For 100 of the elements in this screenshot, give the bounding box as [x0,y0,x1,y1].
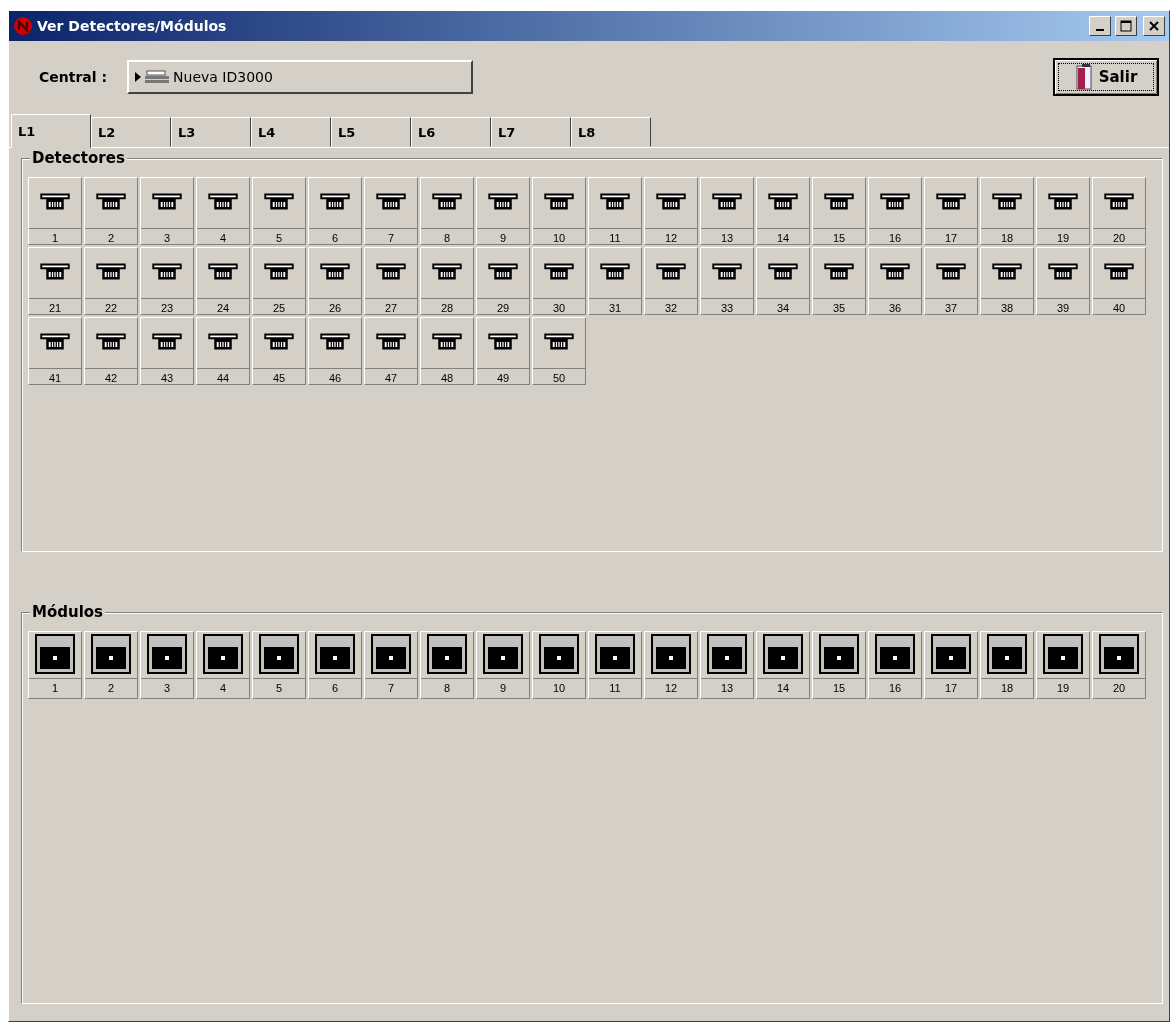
detector-tile[interactable]: 50 [532,317,586,385]
detector-tile[interactable]: 16 [868,177,922,245]
detector-tile[interactable]: 5 [252,177,306,245]
module-tile[interactable]: 1 [28,631,82,699]
module-tile[interactable]: 5 [252,631,306,699]
tab[interactable]: L5 [331,117,411,147]
module-tile[interactable]: 13 [700,631,754,699]
module-tile[interactable]: 8 [420,631,474,699]
detector-tile[interactable]: 32 [644,247,698,315]
module-tile[interactable]: 3 [140,631,194,699]
detector-tile[interactable]: 42 [84,317,138,385]
detector-tile[interactable]: 29 [476,247,530,315]
detector-tile[interactable]: 13 [700,177,754,245]
tile-number: 12 [645,228,697,244]
tile-number: 18 [981,678,1033,694]
detector-tile[interactable]: 45 [252,317,306,385]
detector-tile[interactable]: 25 [252,247,306,315]
detector-tile[interactable]: 27 [364,247,418,315]
detector-tile[interactable]: 48 [420,317,474,385]
detector-tile[interactable]: 19 [1036,177,1090,245]
maximize-button[interactable] [1115,16,1137,36]
tab[interactable]: L7 [491,117,571,147]
detector-tile[interactable]: 7 [364,177,418,245]
module-tile[interactable]: 18 [980,631,1034,699]
module-tile[interactable]: 16 [868,631,922,699]
tab[interactable]: L3 [171,117,251,147]
detector-tile[interactable]: 17 [924,177,978,245]
module-icon [819,634,859,674]
detector-tile[interactable]: 1 [28,177,82,245]
detector-tile[interactable]: 8 [420,177,474,245]
detector-tile[interactable]: 26 [308,247,362,315]
tab[interactable]: L1 [11,114,91,148]
tab[interactable]: L6 [411,117,491,147]
detector-tile[interactable]: 31 [588,247,642,315]
detector-tile[interactable]: 15 [812,177,866,245]
exit-button[interactable]: Salir [1053,58,1159,96]
detector-tile[interactable]: 4 [196,177,250,245]
module-tile[interactable]: 2 [84,631,138,699]
detector-tile[interactable]: 10 [532,177,586,245]
detector-tile[interactable]: 46 [308,317,362,385]
detector-tile[interactable]: 30 [532,247,586,315]
detector-tile[interactable]: 23 [140,247,194,315]
detector-tile[interactable]: 12 [644,177,698,245]
module-icon [91,634,131,674]
detector-tile[interactable]: 39 [1036,247,1090,315]
minimize-button[interactable] [1089,16,1111,36]
detector-tile[interactable]: 33 [700,247,754,315]
module-tile[interactable]: 6 [308,631,362,699]
detector-tile[interactable]: 47 [364,317,418,385]
detector-tile[interactable]: 35 [812,247,866,315]
module-icon [1099,634,1139,674]
app-logo-icon [13,16,33,36]
detector-tile[interactable]: 44 [196,317,250,385]
module-icon [315,634,355,674]
module-tile[interactable]: 17 [924,631,978,699]
detector-tile[interactable]: 20 [1092,177,1146,245]
tile-number: 8 [421,678,473,694]
module-tile[interactable]: 20 [1092,631,1146,699]
module-tile[interactable]: 12 [644,631,698,699]
detector-tile[interactable]: 38 [980,247,1034,315]
detector-tile[interactable]: 43 [140,317,194,385]
detector-tile[interactable]: 49 [476,317,530,385]
detector-tile[interactable]: 36 [868,247,922,315]
module-tile[interactable]: 11 [588,631,642,699]
tile-number: 15 [813,228,865,244]
module-tile[interactable]: 10 [532,631,586,699]
detector-tile[interactable]: 22 [84,247,138,315]
tile-number: 45 [253,368,305,384]
detector-tile[interactable]: 40 [1092,247,1146,315]
tab[interactable]: L4 [251,117,331,147]
detector-tile[interactable]: 2 [84,177,138,245]
detector-tile[interactable]: 6 [308,177,362,245]
detector-tile[interactable]: 18 [980,177,1034,245]
detector-tile[interactable]: 14 [756,177,810,245]
module-tile[interactable]: 19 [1036,631,1090,699]
detector-tile[interactable]: 11 [588,177,642,245]
detector-tile[interactable]: 9 [476,177,530,245]
module-tile[interactable]: 7 [364,631,418,699]
module-tile[interactable]: 4 [196,631,250,699]
detector-tile[interactable]: 28 [420,247,474,315]
tile-number: 5 [253,228,305,244]
tile-number: 6 [309,678,361,694]
tile-number: 12 [645,678,697,694]
tile-number: 34 [757,298,809,314]
close-button[interactable] [1143,16,1165,36]
detector-tile[interactable]: 21 [28,247,82,315]
module-icon [987,634,1027,674]
tile-number: 38 [981,298,1033,314]
tile-number: 39 [1037,298,1089,314]
central-selector[interactable]: Nueva ID3000 [127,60,474,94]
detector-tile[interactable]: 3 [140,177,194,245]
module-tile[interactable]: 14 [756,631,810,699]
tab[interactable]: L2 [91,117,171,147]
module-tile[interactable]: 9 [476,631,530,699]
detector-tile[interactable]: 24 [196,247,250,315]
tab[interactable]: L8 [571,117,651,147]
module-tile[interactable]: 15 [812,631,866,699]
detector-tile[interactable]: 34 [756,247,810,315]
detector-tile[interactable]: 41 [28,317,82,385]
detector-tile[interactable]: 37 [924,247,978,315]
